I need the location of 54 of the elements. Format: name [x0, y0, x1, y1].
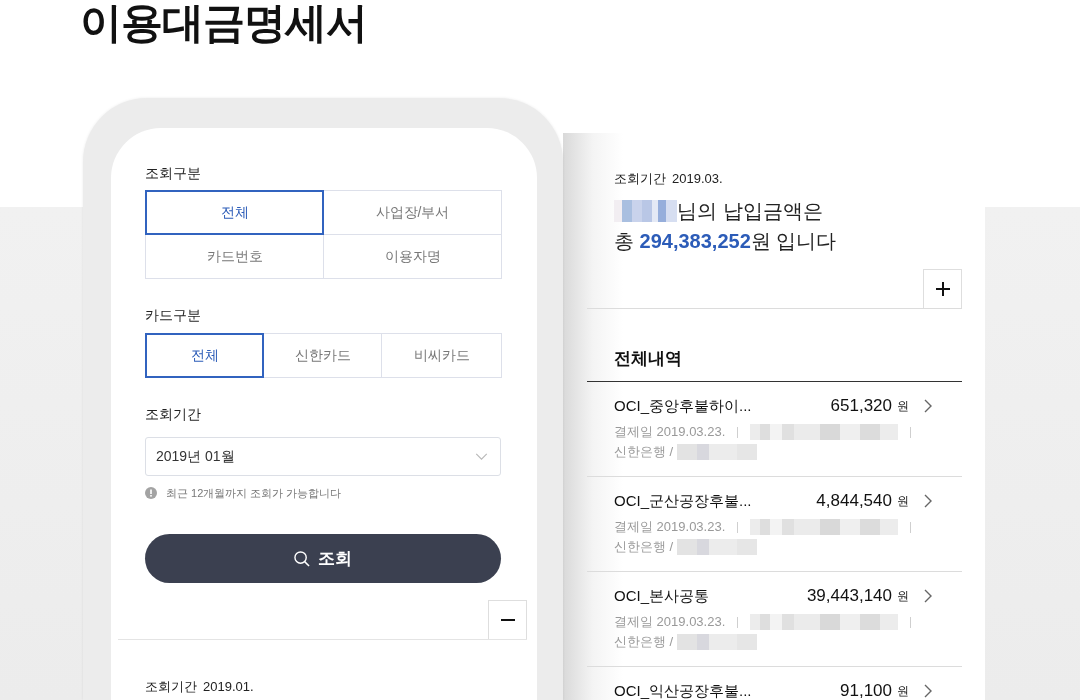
chevron-right-icon [924, 589, 932, 603]
currency-unit: 원 [897, 398, 909, 415]
period-select[interactable]: 2019년 01월 [145, 437, 501, 476]
plus-icon [935, 282, 950, 296]
period-value: 2019.01. [203, 678, 254, 695]
expand-button[interactable] [923, 269, 962, 308]
option-tab[interactable]: 카드번호 [145, 234, 324, 279]
chevron-right-icon [924, 684, 932, 698]
total-amount-text: 총 294,383,252원 입니다 [613, 229, 838, 254]
item-name: OCI_군산공장후불... [614, 492, 753, 510]
statement-item[interactable]: OCI_익산공장후불... 91,100 원 [587, 667, 962, 700]
item-name: OCI_익산공장후불... [614, 682, 753, 700]
bank-name: 신한은행 / [614, 539, 674, 555]
minus-icon [500, 619, 515, 621]
item-amount: 4,844,540 [816, 492, 892, 510]
bank-name: 신한은행 / [614, 444, 674, 460]
pixelated-name [614, 200, 677, 222]
hint-text: 최근 12개월까지 조회가 가능합니다 [166, 486, 342, 501]
option-tab[interactable]: 사업장/부서 [323, 190, 502, 235]
search-button[interactable]: 조회 [145, 534, 501, 583]
search-icon [294, 550, 310, 567]
bank-name: 신한은행 / [614, 634, 674, 650]
chevron-down-icon [475, 453, 488, 460]
chevron-right-icon [924, 494, 932, 508]
statement-item[interactable]: OCI_군산공장후불... 4,844,540 원 결제일 2019.03.23. 신한은행 / [587, 477, 962, 572]
currency-unit: 원 [897, 683, 909, 700]
payment-date: 결제일 2019.03.23. [614, 614, 726, 630]
option-tab[interactable]: 신한카드 [263, 333, 382, 378]
item-amount: 39,443,140 [806, 587, 892, 605]
payment-date: 결제일 2019.03.23. [614, 424, 726, 440]
option-tab[interactable]: 비씨카드 [381, 333, 502, 378]
period-label: 조회기간 [614, 170, 666, 187]
payment-date: 결제일 2019.03.23. [614, 519, 726, 535]
item-name: OCI_중앙후불하이... [614, 397, 753, 415]
section-title: 전체내역 [587, 347, 962, 382]
item-amount: 651,320 [830, 397, 892, 415]
field-label: 조회기간 [145, 405, 202, 423]
field-label: 조회구분 [145, 164, 202, 182]
page-title: 이용대금명세서 [79, 0, 368, 46]
period-value: 2019.03. [672, 170, 723, 187]
period-label: 조회기간 [145, 678, 197, 695]
currency-unit: 원 [897, 588, 909, 605]
option-tab[interactable]: 전체 [145, 190, 324, 235]
currency-unit: 원 [897, 493, 909, 510]
statement-item[interactable]: OCI_중앙후불하이... 651,320 원 결제일 2019.03.23. 신한은행 / [587, 382, 962, 477]
statement-item[interactable]: OCI_본사공통 39,443,140 원 결제일 2019.03.23. 신한은행 / [587, 572, 962, 667]
option-tab[interactable]: 전체 [145, 333, 264, 378]
greeting-text: 님의 납입금액은 [677, 199, 823, 224]
item-amount: 91,100 [840, 682, 892, 700]
option-tab[interactable]: 이용자명 [323, 234, 502, 279]
chevron-right-icon [924, 399, 932, 413]
item-name: OCI_본사공통 [614, 587, 710, 605]
field-label: 카드구분 [145, 306, 202, 324]
info-icon [145, 487, 157, 499]
